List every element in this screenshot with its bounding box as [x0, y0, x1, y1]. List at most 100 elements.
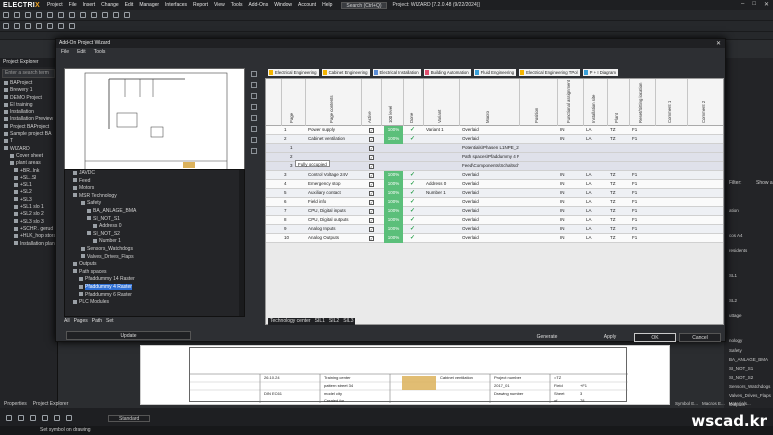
explorer-item[interactable]: +SL1 slo 1	[0, 204, 57, 211]
explorer-item[interactable]: +SL1	[0, 182, 57, 189]
right-panel-item[interactable]: BA_ANLAGE_BMA	[729, 357, 768, 362]
column-header[interactable]: Position	[520, 79, 558, 126]
column-header[interactable]: Variant	[424, 79, 460, 126]
arrow-up-icon[interactable]	[251, 71, 257, 77]
menu-account[interactable]: Account	[295, 2, 319, 8]
tab-symbol-explorer[interactable]: Symbol E...	[675, 401, 698, 406]
explorer-item[interactable]: +SCHP.. gerud	[0, 226, 57, 233]
column-header[interactable]: Functional assignment	[558, 79, 584, 126]
discipline-tag[interactable]: Electrical Engineering	[268, 69, 319, 76]
discipline-tag[interactable]: Electrical Engineering TPol	[519, 69, 580, 76]
macro-tree-item[interactable]: BA_ANLAGE_BMA	[65, 208, 244, 216]
column-header[interactable]: Comment 2	[688, 79, 723, 126]
menu-edit[interactable]: Edit	[122, 2, 137, 8]
discipline-tag[interactable]: Electrical Installation	[372, 69, 421, 76]
explorer-item[interactable]: Sample project BA	[0, 131, 57, 138]
macro-tree-item[interactable]: Path spaces	[65, 269, 244, 277]
column-header[interactable]	[266, 79, 282, 126]
active-checkbox[interactable]: ✓	[369, 128, 374, 133]
line-icon[interactable]	[36, 12, 42, 18]
explorer-item[interactable]: +SL2 slo 2	[0, 211, 57, 218]
menu-interfaces[interactable]: Interfaces	[162, 2, 190, 8]
menu-window[interactable]: Window	[271, 2, 295, 8]
grid-row[interactable]: 7 CPU, Digital inputs ✓ 100% ✓ Overlaid IN LA TZ…	[266, 207, 723, 216]
macro-tree-item[interactable]: MSR Technology	[65, 193, 244, 201]
dialog-menu-edit[interactable]: Edit	[77, 48, 86, 57]
delete-icon[interactable]	[251, 104, 257, 110]
explorer-item[interactable]: +SL3 slo 3	[0, 219, 57, 226]
ortho-icon[interactable]	[30, 415, 36, 421]
tab-technology-center[interactable]: Technology center	[270, 318, 311, 325]
macro-tree-item[interactable]: SI_NOT_S2	[65, 231, 244, 239]
check-icon[interactable]	[251, 115, 257, 121]
macro-tree-item[interactable]: Pfaddummy 14 Raster	[65, 276, 244, 284]
close-icon[interactable]: ✕	[764, 1, 769, 8]
right-panel-item[interactable]: SL2	[729, 298, 737, 303]
explorer-item[interactable]: +SL3	[0, 197, 57, 204]
explorer-item[interactable]: DEMO Project	[0, 95, 57, 102]
explorer-item[interactable]: +BR..Ink	[0, 168, 57, 175]
active-checkbox[interactable]: ✓	[369, 209, 374, 214]
active-checkbox[interactable]: ✓	[369, 146, 374, 151]
layer-toggle-icon[interactable]	[42, 415, 48, 421]
polygon-icon[interactable]	[80, 12, 86, 18]
arc-icon[interactable]	[69, 12, 75, 18]
paste-icon[interactable]	[251, 137, 257, 143]
explorer-item[interactable]: WIZARD	[0, 146, 57, 153]
grid-row[interactable]: 1 Power supply ✓ 100% ✓ Variant 1 Overlaid IN LA…	[266, 126, 723, 135]
redo-icon[interactable]	[14, 23, 20, 29]
right-panel-item[interactable]: SL1	[729, 273, 737, 278]
discipline-tag[interactable]: Building Automation	[423, 69, 471, 76]
right-panel-item[interactable]: residents	[729, 248, 747, 253]
active-checkbox[interactable]: ✓	[369, 200, 374, 205]
menu-view[interactable]: View	[211, 2, 228, 8]
active-checkbox[interactable]: ✓	[369, 137, 374, 142]
minimize-icon[interactable]: –	[741, 1, 744, 8]
tab-project-explorer[interactable]: Project Explorer	[33, 400, 69, 408]
column-header[interactable]: Page contents	[306, 79, 362, 126]
column-header[interactable]: Reset/Sitting location	[630, 79, 656, 126]
grid-row[interactable]: 2 Cabinet ventilation ✓ 100% ✓ Overlaid IN LA TZ…	[266, 135, 723, 144]
column-header[interactable]: Installation site	[584, 79, 608, 126]
active-checkbox[interactable]: ✓	[369, 227, 374, 232]
column-header[interactable]: Page	[282, 79, 306, 126]
explorer-item[interactable]: +SL..Sl	[0, 175, 57, 182]
layer-icon[interactable]	[47, 23, 53, 29]
tab-path[interactable]: Path	[92, 317, 102, 325]
draw-icon[interactable]	[14, 12, 20, 18]
tab-pages[interactable]: Pages	[74, 317, 88, 325]
apply-button[interactable]: Apply	[589, 333, 631, 342]
discipline-tag[interactable]: Cabinet Engineering	[321, 69, 370, 76]
dimension-icon[interactable]	[91, 12, 97, 18]
color-icon[interactable]	[54, 415, 60, 421]
menu-help[interactable]: Help	[319, 2, 335, 8]
menu-tools[interactable]: Tools	[228, 2, 246, 8]
circle-icon[interactable]	[58, 12, 64, 18]
snap-grid-icon[interactable]	[18, 415, 24, 421]
column-header[interactable]: Plant	[608, 79, 630, 126]
select-icon[interactable]	[6, 415, 12, 421]
active-checkbox[interactable]: ✓	[369, 191, 374, 196]
column-header[interactable]: Comment 1	[656, 79, 688, 126]
active-checkbox[interactable]: ✓	[369, 173, 374, 178]
rect-icon[interactable]	[47, 12, 53, 18]
macro-tree-item[interactable]: Feed	[65, 178, 244, 186]
menu-project[interactable]: Project	[44, 2, 66, 8]
tab-properties[interactable]: Properties	[4, 400, 27, 408]
active-checkbox[interactable]: ✓	[369, 155, 374, 160]
discipline-tag[interactable]: P + I Diagram	[582, 69, 618, 76]
right-panel-item[interactable]: ation	[729, 208, 739, 213]
menu-report[interactable]: Report	[190, 2, 211, 8]
undo-icon[interactable]	[3, 23, 9, 29]
insert-icon[interactable]	[251, 93, 257, 99]
right-panel-item[interactable]: SI_NOT_S1	[729, 366, 753, 371]
dialog-close-icon[interactable]: ✕	[716, 40, 721, 47]
dialog-menu-file[interactable]: File	[61, 48, 69, 57]
right-panel-item[interactable]: Valves_Drives_Flaps	[729, 393, 771, 398]
snap-icon[interactable]	[69, 23, 75, 29]
macro-tree-item[interactable]: JAVDC	[65, 170, 244, 178]
column-header[interactable]: Active	[362, 79, 382, 126]
right-panel-item[interactable]: uttage	[729, 313, 742, 318]
grid-row[interactable]: 8 CPU, Digital outputs ✓ 100% ✓ Overlaid IN LA T…	[266, 216, 723, 225]
tab-sil1[interactable]: SIL1	[315, 318, 325, 325]
